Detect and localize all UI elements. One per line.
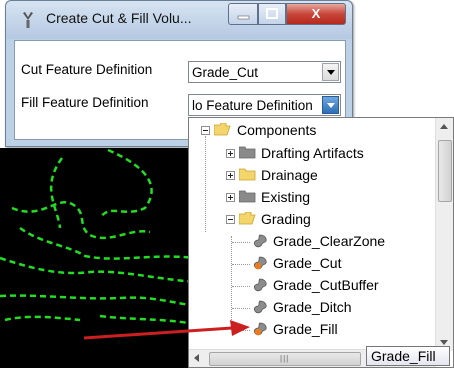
vertical-scrollbar[interactable]: [435, 118, 453, 351]
tree-item-label: Drafting Artifacts: [261, 145, 364, 161]
feature-orange-icon: [253, 256, 267, 270]
fill-dropdown-arrow-icon[interactable]: [322, 96, 339, 114]
close-icon: X: [311, 6, 321, 21]
title-bar[interactable]: Create Cut & Fill Volu... X: [6, 1, 352, 39]
tooltip: Grade_Fill: [366, 346, 450, 366]
tree-item-label: Grade_CutBuffer: [273, 277, 379, 293]
tree-line: [232, 242, 250, 244]
expand-icon[interactable]: [226, 171, 235, 180]
feature-gray-icon: [253, 234, 267, 248]
collapse-icon[interactable]: [226, 215, 235, 224]
cut-feature-value: Grade_Cut: [192, 65, 259, 80]
scroll-thumb[interactable]: [438, 140, 452, 202]
tree-item-label: Grade_Fill: [273, 321, 338, 337]
tree-line: [205, 136, 207, 232]
annotation-arrow-icon: [84, 320, 250, 340]
fill-feature-label: Fill Feature Definition: [21, 95, 149, 110]
cut-dropdown-arrow-icon[interactable]: [322, 63, 339, 81]
tree-line: [232, 286, 250, 288]
scroll-down-icon[interactable]: [440, 340, 448, 345]
tree-item-label: Components: [237, 122, 317, 138]
tree-item-label: Grading: [261, 211, 311, 227]
folder-open-icon: [214, 123, 231, 136]
maximize-button[interactable]: [258, 3, 286, 25]
feature-gray-icon: [253, 278, 267, 292]
close-button[interactable]: X: [286, 3, 346, 25]
fill-feature-combobox[interactable]: lo Feature Definition: [188, 94, 341, 116]
minimize-icon: [237, 15, 250, 20]
tree-item-label: Grade_Cut: [273, 255, 342, 271]
cut-feature-label: Cut Feature Definition: [21, 62, 153, 77]
folder-open-icon: [239, 212, 256, 225]
maximize-icon: [266, 8, 278, 19]
tree-item-label: Existing: [261, 189, 311, 205]
folder-gray-icon: [239, 146, 256, 159]
tree-item-label: Drainage: [261, 167, 318, 183]
folder-gray-icon: [239, 190, 256, 203]
fill-feature-value: lo Feature Definition: [192, 98, 313, 113]
scroll-left-icon[interactable]: [194, 354, 199, 362]
cut-feature-combobox[interactable]: Grade_Cut: [188, 61, 341, 83]
minimize-button[interactable]: [228, 3, 258, 25]
tree-item-label: Grade_Ditch: [273, 299, 352, 315]
window-title: Create Cut & Fill Volu...: [46, 10, 192, 26]
expand-icon[interactable]: [226, 193, 235, 202]
folder-yellow-icon: [239, 168, 256, 181]
collapse-icon[interactable]: [201, 126, 210, 135]
grip-icon: |||: [280, 354, 290, 363]
tree-line: [232, 264, 250, 266]
horizontal-scroll-thumb[interactable]: |||: [209, 352, 361, 366]
scroll-up-icon[interactable]: [440, 124, 448, 129]
expand-icon[interactable]: [226, 149, 235, 158]
tree-item-label: Grade_ClearZone: [273, 233, 386, 249]
app-icon: [23, 12, 33, 28]
